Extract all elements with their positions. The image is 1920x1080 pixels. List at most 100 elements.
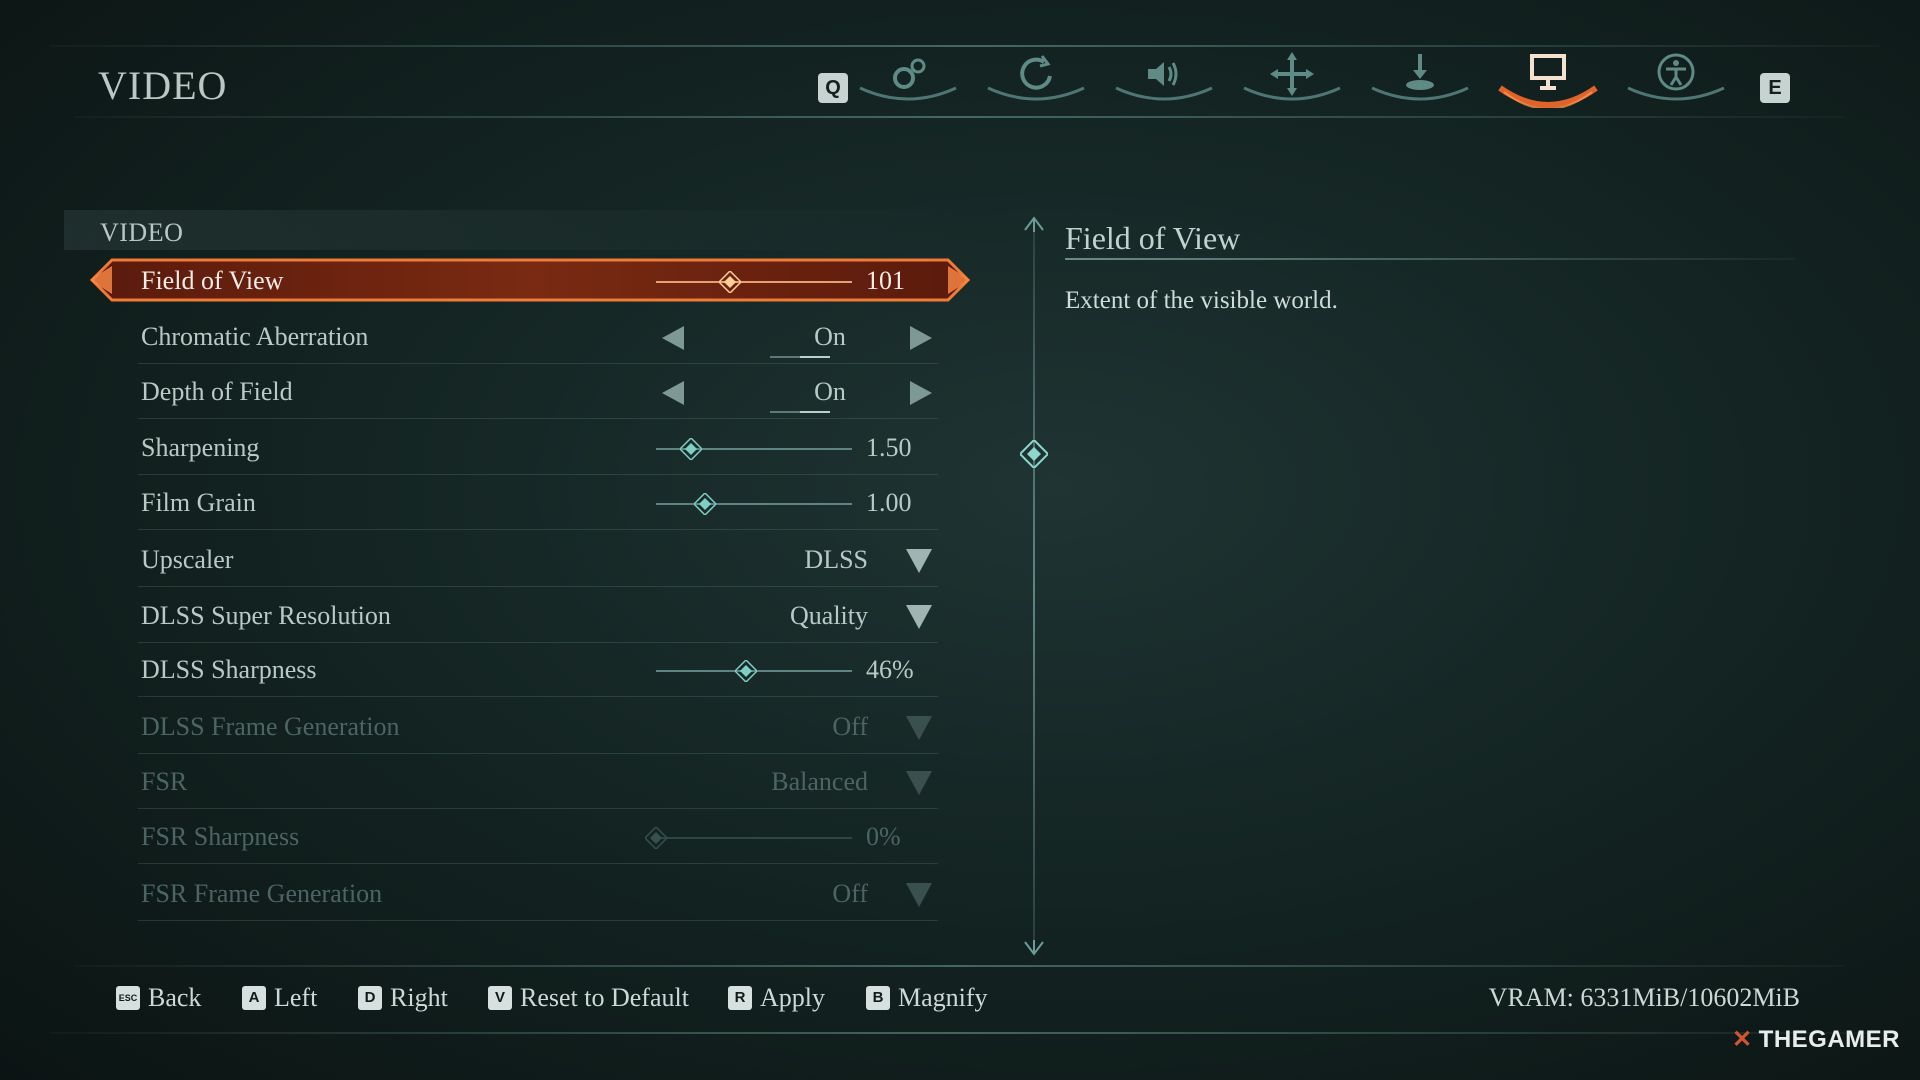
setting-value: On (814, 377, 846, 406)
setting-value: 0% (866, 822, 901, 851)
arrow-right-icon[interactable] (910, 381, 932, 405)
info-title-underline (1065, 258, 1795, 260)
tab-accessibility[interactable] (1626, 52, 1726, 108)
key-icon: V (488, 986, 512, 1010)
setting-row-fsr-sharpness: FSR Sharpness 0% (130, 810, 938, 864)
tab-controls[interactable] (1242, 52, 1342, 108)
setting-label: FSR Sharpness (141, 822, 300, 851)
row-divider (138, 808, 938, 809)
setting-value: 1.00 (866, 488, 912, 517)
hint-magnify[interactable]: B Magnify (866, 983, 988, 1017)
scroll-down-icon (1024, 940, 1044, 956)
tab-audio[interactable] (1114, 52, 1214, 108)
arrow-right-icon[interactable] (910, 326, 932, 350)
slider-track[interactable] (656, 281, 852, 283)
tab-video[interactable] (1498, 52, 1598, 108)
scrollbar-track[interactable] (1033, 228, 1035, 953)
setting-row-chromatic-aberration[interactable]: Chromatic Aberration On (130, 310, 938, 364)
arrow-left-icon[interactable] (662, 381, 684, 405)
move-cross-icon (1270, 52, 1314, 96)
download-icon (1406, 54, 1434, 90)
row-divider (138, 920, 938, 921)
tab-refresh[interactable] (986, 52, 1086, 108)
setting-value: DLSS (804, 545, 868, 574)
setting-row-depth-of-field[interactable]: Depth of Field On (130, 365, 938, 419)
key-icon: B (866, 986, 890, 1010)
prev-tab-key[interactable]: Q (818, 73, 848, 103)
slider-thumb[interactable] (679, 436, 704, 462)
slider-thumb (643, 825, 669, 851)
setting-value: 1.50 (866, 433, 912, 462)
next-tab-key[interactable]: E (1760, 73, 1790, 103)
setting-label: FSR Frame Generation (141, 879, 383, 908)
setting-row-dlss-super-resolution[interactable]: DLSS Super Resolution Quality (130, 589, 938, 643)
hint-label: Right (390, 983, 448, 1012)
category-tabs: Q E (818, 52, 1793, 108)
row-divider (138, 753, 938, 754)
bottom-frame-line (50, 1032, 1880, 1034)
watermark-icon: ✕ (1732, 1026, 1753, 1053)
setting-row-fsr: FSR Balanced (130, 755, 938, 809)
setting-row-dlss-sharpness[interactable]: DLSS Sharpness 46% (130, 643, 938, 697)
monitor-icon (1530, 54, 1566, 90)
dropdown-arrow-icon[interactable] (906, 549, 932, 573)
setting-row-upscaler[interactable]: Upscaler DLSS (130, 533, 938, 587)
setting-label: Depth of Field (141, 377, 293, 406)
slider-track[interactable] (656, 503, 852, 505)
scroll-up-icon (1024, 216, 1044, 232)
setting-value: Quality (790, 601, 868, 630)
slider-thumb[interactable] (692, 491, 718, 517)
row-divider (138, 586, 938, 587)
row-divider (138, 696, 938, 697)
setting-row-dlss-frame-generation: DLSS Frame Generation Off (130, 700, 938, 754)
hint-back[interactable]: ESC Back (116, 983, 201, 1017)
setting-label: Upscaler (141, 545, 234, 574)
hint-label: Reset to Default (520, 983, 689, 1012)
hint-label: Left (274, 983, 318, 1012)
setting-label: Field of View (141, 266, 284, 295)
key-icon: ESC (116, 986, 140, 1010)
hint-label: Magnify (898, 983, 988, 1012)
row-divider (138, 474, 938, 475)
key-icon: R (728, 986, 752, 1010)
info-title: Field of View (1065, 220, 1241, 256)
arrow-left-icon[interactable] (662, 326, 684, 350)
row-divider (138, 529, 938, 530)
tab-gameplay[interactable] (858, 52, 958, 108)
setting-label: DLSS Frame Generation (141, 712, 400, 741)
top-frame-line (50, 45, 1880, 47)
setting-row-field-of-view[interactable]: Field of View 101 (90, 254, 970, 308)
watermark-logo: ✕ THEGAMER (1732, 1025, 1900, 1054)
dropdown-arrow-icon (906, 883, 932, 907)
setting-value: 46% (866, 655, 914, 684)
slider-track (656, 837, 852, 839)
setting-row-film-grain[interactable]: Film Grain 1.00 (130, 476, 938, 530)
dropdown-arrow-icon (906, 716, 932, 740)
setting-value: Balanced (771, 767, 868, 796)
setting-label: Film Grain (141, 488, 256, 517)
setting-label: DLSS Super Resolution (141, 601, 391, 630)
setting-value: Off (832, 879, 868, 908)
hint-apply[interactable]: R Apply (728, 983, 825, 1017)
vram-usage: VRAM: 6331MiB/10602MiB (1488, 983, 1800, 1012)
hint-label: Apply (760, 983, 825, 1012)
hint-right[interactable]: D Right (358, 983, 448, 1017)
slider-thumb[interactable] (718, 269, 743, 295)
setting-label: Sharpening (141, 433, 260, 462)
slider-thumb[interactable] (734, 658, 759, 684)
row-divider (138, 363, 938, 364)
hint-left[interactable]: A Left (242, 983, 317, 1017)
dropdown-arrow-icon (906, 771, 932, 795)
tab-interface[interactable] (1370, 52, 1470, 108)
dropdown-arrow-icon[interactable] (906, 605, 932, 629)
hint-reset-to-default[interactable]: V Reset to Default (488, 983, 689, 1017)
setting-label: DLSS Sharpness (141, 655, 317, 684)
setting-row-sharpening[interactable]: Sharpening 1.50 (130, 421, 938, 475)
speaker-icon (1148, 62, 1178, 86)
setting-label: Chromatic Aberration (141, 322, 369, 351)
hint-label: Back (148, 983, 202, 1012)
scrollbar-thumb[interactable] (1020, 440, 1048, 468)
info-description: Extent of the visible world. (1065, 287, 1338, 314)
swirl-icon (1020, 55, 1052, 90)
setting-value: Off (832, 712, 868, 741)
